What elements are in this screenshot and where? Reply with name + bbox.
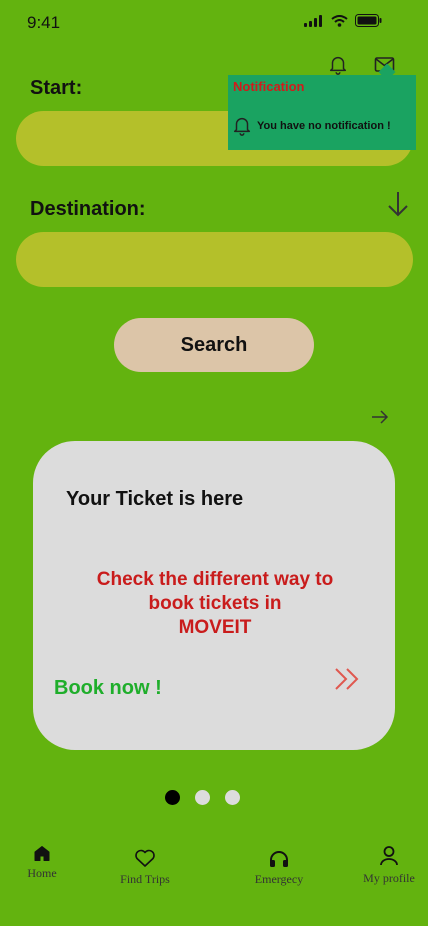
card-line: book tickets in — [148, 593, 282, 614]
start-label: Start: — [30, 77, 83, 99]
card-line: MOVEIT — [178, 617, 252, 638]
search-button[interactable]: Search — [114, 318, 314, 372]
notification-title: Notification — [233, 79, 305, 94]
headphones-icon — [270, 851, 288, 867]
destination-input[interactable] — [16, 232, 413, 287]
heart-icon — [135, 849, 155, 867]
book-now-link[interactable]: Book now ! — [54, 677, 162, 700]
ticket-card[interactable]: Your Ticket is here Check the different … — [33, 441, 395, 750]
card-title: Your Ticket is here — [66, 488, 244, 510]
nav-emergency[interactable]: Emergecy — [248, 850, 310, 887]
signal-icon — [304, 14, 322, 27]
home-icon — [34, 846, 50, 861]
status-icons — [304, 14, 382, 27]
card-line: Check the different way to — [96, 569, 334, 590]
nav-find-trips[interactable]: Find Trips — [113, 849, 177, 887]
carousel-dot[interactable] — [225, 790, 240, 805]
nav-emergency-label: Emergecy — [254, 872, 304, 886]
carousel-dot[interactable] — [165, 790, 180, 805]
carousel-dot[interactable] — [195, 790, 210, 805]
bell-icon — [233, 117, 251, 136]
nav-home-label: Home — [27, 866, 57, 880]
bell-icon[interactable] — [327, 53, 349, 75]
nav-home[interactable]: Home — [20, 845, 64, 881]
wifi-icon — [331, 14, 348, 27]
card-description: Check the different way to book tickets … — [63, 568, 367, 640]
arrow-down-icon[interactable] — [386, 190, 410, 218]
arrow-right-icon[interactable] — [370, 408, 390, 426]
carousel-dots — [165, 790, 240, 805]
battery-icon — [355, 14, 382, 27]
status-time: 9:41 — [27, 13, 61, 32]
notification-popup: Notification You have no notification ! — [228, 75, 416, 150]
user-icon — [380, 846, 398, 866]
nav-find-trips-label: Find Trips — [120, 872, 170, 886]
notification-message: You have no notification ! — [257, 120, 391, 132]
destination-label: Destination: — [30, 198, 146, 220]
nav-profile-label: My profile — [363, 871, 415, 885]
double-chevron-icon[interactable] — [333, 666, 363, 692]
nav-profile[interactable]: My profile — [360, 845, 418, 886]
